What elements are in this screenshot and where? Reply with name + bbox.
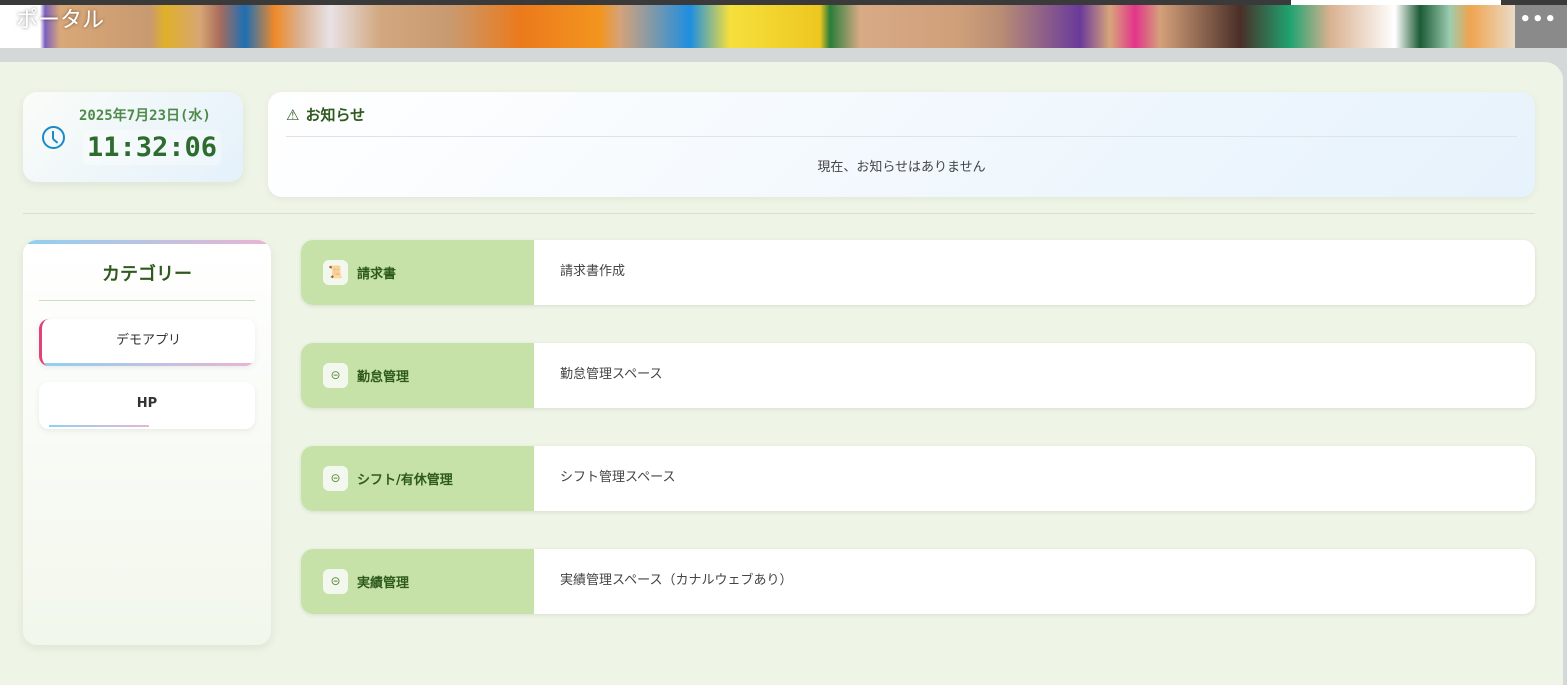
arrow-circle-icon: ⊝ — [323, 466, 348, 491]
scroll-icon: 📜 — [323, 260, 348, 285]
category-demo-app[interactable]: デモアプリ — [39, 319, 255, 366]
header-banner: ポータル ••• — [0, 5, 1567, 48]
notice-header: ⚠ お知らせ — [286, 104, 365, 125]
notice-message: 現在、お知らせはありません — [817, 160, 986, 175]
section-divider — [23, 213, 1535, 214]
app-row-header: ⊝ シフト/有休管理 — [301, 446, 534, 511]
app-label: 実績管理 — [357, 576, 410, 591]
app-row-header: ⊝ 勤怠管理 — [301, 343, 534, 408]
app-row-attendance[interactable]: ⊝ 勤怠管理 勤怠管理スペース — [301, 343, 1535, 408]
warning-icon: ⚠ — [286, 106, 300, 124]
more-options-button[interactable]: ••• — [1519, 9, 1557, 30]
notice-divider — [286, 136, 1517, 137]
clock-icon — [42, 126, 65, 149]
notice-title: お知らせ — [305, 106, 366, 124]
app-row-shift[interactable]: ⊝ シフト/有休管理 シフト管理スペース — [301, 446, 1535, 511]
main-panel: 2025年7月23日(水) 11:32:06 ⚠ お知らせ 現在、お知らせはありま… — [0, 62, 1563, 685]
app-row-results[interactable]: ⊝ 実績管理 実績管理スペース（カナルウェブあり） — [301, 549, 1535, 614]
app-label: 請求書 — [357, 267, 397, 282]
notice-card: ⚠ お知らせ 現在、お知らせはありません — [268, 92, 1535, 197]
category-title: カテゴリー — [102, 264, 192, 285]
current-date: 2025年7月23日(水) — [79, 108, 211, 124]
page-title: ポータル — [16, 8, 105, 33]
app-description: 勤怠管理スペース — [560, 367, 663, 382]
app-label: シフト/有休管理 — [357, 473, 453, 488]
app-description: シフト管理スペース — [560, 470, 676, 485]
app-label: 勤怠管理 — [357, 370, 410, 385]
arrow-circle-icon: ⊝ — [323, 569, 348, 594]
app-row-header: ⊝ 実績管理 — [301, 549, 534, 614]
app-row-invoice[interactable]: 📜 請求書 請求書作成 — [301, 240, 1535, 305]
clock-card: 2025年7月23日(水) 11:32:06 — [23, 92, 243, 182]
current-time: 11:32:06 — [83, 130, 222, 165]
app-description: 請求書作成 — [560, 264, 626, 279]
category-divider — [39, 300, 255, 301]
category-panel: カテゴリー デモアプリ HP — [23, 240, 271, 645]
arrow-circle-icon: ⊝ — [323, 363, 348, 388]
app-description: 実績管理スペース（カナルウェブあり） — [560, 573, 793, 588]
category-hp[interactable]: HP — [39, 382, 255, 429]
app-row-header: 📜 請求書 — [301, 240, 534, 305]
